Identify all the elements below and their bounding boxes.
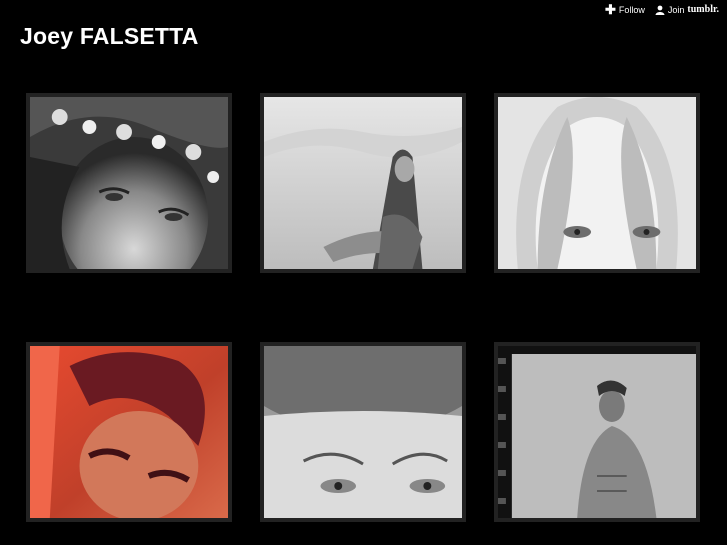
tumblr-controls: ✚ Follow Join tumblr. xyxy=(604,1,719,17)
join-label: Join xyxy=(667,4,685,15)
gallery-photo[interactable] xyxy=(494,93,700,273)
photo-portrait-flower-crown xyxy=(30,97,228,269)
follow-label: Follow xyxy=(618,4,645,15)
page: ✚ Follow Join tumblr. Joey FALSETTA xyxy=(0,0,727,545)
photo-blonde-eyes xyxy=(498,97,696,269)
site-title[interactable]: Joey FALSETTA xyxy=(20,23,199,50)
tumblr-logo: tumblr. xyxy=(687,4,719,15)
gallery-photo[interactable] xyxy=(494,342,700,522)
gallery-photo[interactable] xyxy=(26,93,232,273)
user-icon xyxy=(655,5,665,15)
plus-icon: ✚ xyxy=(604,1,616,17)
follow-button[interactable]: ✚ Follow xyxy=(604,1,645,17)
photo-red-portrait xyxy=(30,346,228,518)
gallery-photo[interactable] xyxy=(26,342,232,522)
photo-eyes-closeup xyxy=(264,346,462,518)
photo-shirtless-man xyxy=(498,346,696,518)
gallery-photo[interactable] xyxy=(260,93,466,273)
gallery-photo[interactable] xyxy=(260,342,466,522)
join-tumblr-button[interactable]: Join tumblr. xyxy=(655,4,719,15)
photo-model-outdoors xyxy=(264,97,462,269)
